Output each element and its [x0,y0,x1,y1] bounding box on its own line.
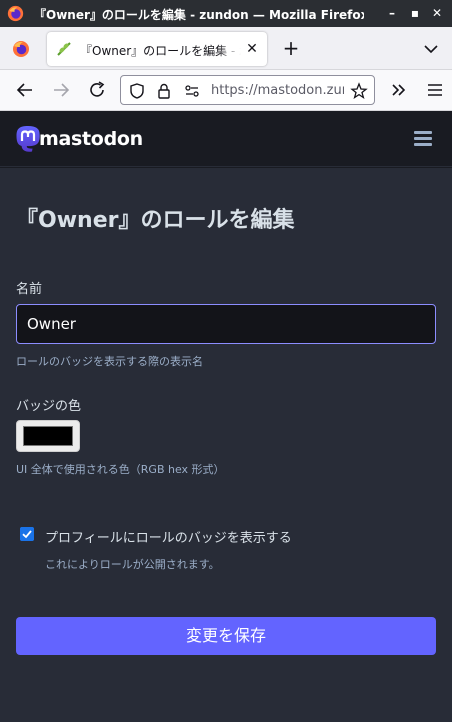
overflow-chevron-icon[interactable] [388,79,410,101]
save-button[interactable]: 変更を保存 [16,617,436,655]
name-hint: ロールのバッジを表示する際の表示名 [16,355,203,368]
firefox-view-icon[interactable] [8,36,34,62]
badge-color-picker[interactable] [16,420,80,452]
chevron-down-icon[interactable] [421,39,441,59]
bookmark-star-icon[interactable] [350,82,368,100]
window-titlebar: 『Owner』のロールを編集 - zundon — Mozilla Firefo… [0,0,452,27]
tab-bar: 『Owner』のロールを編集 - zundon ✕ + [0,27,452,70]
role-name-input[interactable] [16,304,436,344]
minimize-icon[interactable]: – [384,5,400,21]
reload-icon[interactable] [86,79,108,101]
mastodon-wordmark: mastodon [39,128,143,150]
color-hint: UI 全体で使用される色（RGB hex 形式） [16,463,225,476]
forward-arrow-icon[interactable] [50,79,72,101]
mastodon-logo[interactable]: mastodon [15,124,143,154]
hamburger-menu-icon[interactable] [414,131,432,147]
highlight-hint: これによりロールが公開されます。 [45,558,220,571]
window-title: 『Owner』のロールを編集 - zundon — Mozilla Firefo… [34,8,364,22]
main-content: 『Owner』のロールを編集 名前 ロールのバッジを表示する際の表示名 バッジの… [0,168,452,722]
tab-close-icon[interactable]: ✕ [244,41,260,57]
maximize-icon[interactable]: ▪ [407,5,423,21]
zunda-leaf-icon [57,42,71,56]
highlight-checkbox[interactable] [20,527,34,541]
navigation-bar: https://mastodon.zundon.jp [0,70,452,111]
permissions-icon[interactable] [183,82,201,100]
page-title: 『Owner』のロールを編集 [16,208,295,233]
color-label: バッジの色 [16,399,82,414]
close-window-icon[interactable]: ✕ [429,5,445,21]
new-tab-button[interactable]: + [280,37,302,59]
color-swatch [23,426,73,446]
tab-title: 『Owner』のロールを編集 - zundon [80,42,241,59]
mastodon-logo-icon [16,126,40,152]
mastodon-header: mastodon [0,111,452,167]
lock-icon[interactable] [155,82,173,100]
highlight-label[interactable]: プロフィールにロールのバッジを表示する [45,527,292,546]
menu-icon[interactable] [424,79,446,101]
tab-active[interactable]: 『Owner』のロールを編集 - zundon ✕ [47,32,267,66]
url-text[interactable]: https://mastodon.zundon.jp [211,83,344,98]
firefox-logo-icon [7,5,24,22]
name-label: 名前 [16,282,43,297]
shield-icon[interactable] [128,82,146,100]
back-arrow-icon[interactable] [14,79,36,101]
url-bar[interactable]: https://mastodon.zundon.jp [120,75,375,105]
